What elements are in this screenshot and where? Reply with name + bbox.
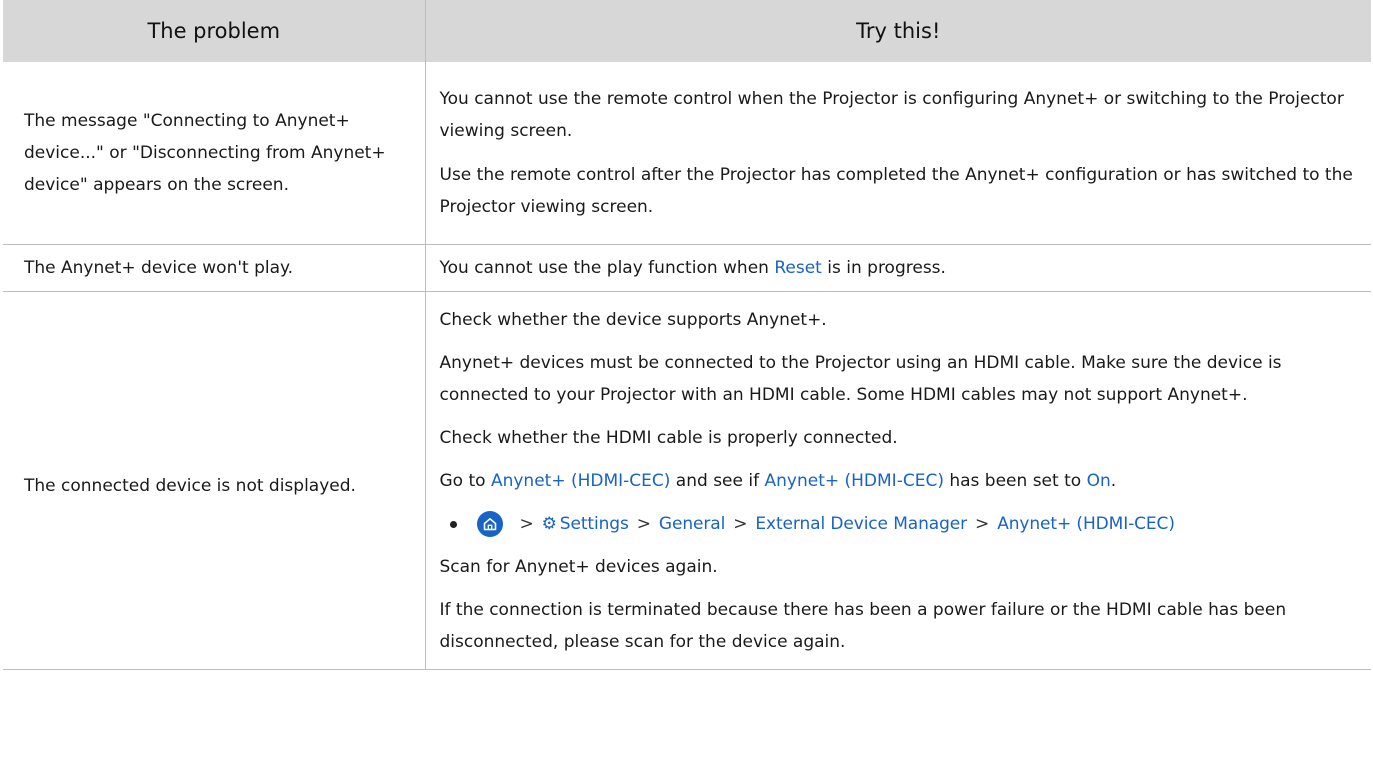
- solution-text: is in progress.: [821, 258, 946, 278]
- table-row: The message "Connecting to Anynet+ devic…: [3, 62, 1371, 245]
- problem-cell: The message "Connecting to Anynet+ devic…: [3, 62, 425, 245]
- path-item-settings[interactable]: Settings: [560, 508, 629, 540]
- table-row: The Anynet+ device won't play. You canno…: [3, 244, 1371, 292]
- solution-paragraph: Scan for Anynet+ devices again.: [439, 557, 718, 577]
- solution-paragraph: Anynet+ devices must be connected to the…: [439, 353, 1282, 405]
- bullet-icon: [449, 520, 457, 528]
- home-icon-glyph: [483, 518, 496, 531]
- gear-icon: ⚙: [541, 514, 557, 534]
- path-item-external-device-manager[interactable]: External Device Manager: [755, 508, 967, 540]
- table-header: The problem Try this!: [3, 0, 1371, 62]
- column-header-problem: The problem: [3, 0, 425, 62]
- table-row: The connected device is not displayed. C…: [3, 291, 1371, 670]
- solution-cell: You cannot use the play function when Re…: [424, 244, 1371, 292]
- path-separator: >: [733, 514, 748, 534]
- solution-paragraph: Check whether the HDMI cable is properly…: [439, 428, 898, 448]
- path-item-general[interactable]: General: [659, 508, 725, 540]
- problem-cell: The connected device is not displayed.: [3, 291, 425, 670]
- column-header-solution: Try this!: [424, 0, 1371, 62]
- solution-text: and see if: [670, 471, 765, 491]
- path-separator: >: [519, 514, 534, 534]
- solution-paragraph: You cannot use the remote control when t…: [439, 89, 1344, 141]
- path-item-anynet-hdmi-cec[interactable]: Anynet+ (HDMI-CEC): [997, 508, 1175, 540]
- anynet-hdmi-cec-link[interactable]: Anynet+ (HDMI-CEC): [765, 471, 944, 491]
- troubleshooting-page: The problem Try this! The message "Conne…: [0, 0, 1373, 769]
- solution-paragraph: If the connection is terminated because …: [439, 600, 1287, 652]
- on-option-link[interactable]: On: [1087, 471, 1111, 491]
- solution-cell: Check whether the device supports Anynet…: [424, 291, 1371, 670]
- solution-paragraph: Go to Anynet+ (HDMI-CEC) and see if Anyn…: [440, 465, 1364, 497]
- solution-text: has been set to: [943, 471, 1087, 491]
- settings-path: > ⚙ Settings > General > External Device…: [440, 508, 1364, 540]
- home-icon[interactable]: [476, 511, 503, 537]
- troubleshooting-table: The problem Try this! The message "Conne…: [3, 0, 1371, 670]
- anynet-hdmi-cec-link[interactable]: Anynet+ (HDMI-CEC): [491, 471, 670, 491]
- solution-text: You cannot use the play function when: [439, 258, 775, 278]
- path-separator: >: [636, 514, 651, 534]
- reset-link[interactable]: Reset: [774, 258, 822, 278]
- solution-text: .: [1110, 471, 1117, 491]
- solution-paragraph: Check whether the device supports Anynet…: [439, 310, 827, 330]
- solution-cell: You cannot use the remote control when t…: [424, 62, 1371, 245]
- problem-cell: The Anynet+ device won't play.: [3, 244, 425, 292]
- solution-paragraph: Use the remote control after the Project…: [439, 165, 1353, 217]
- path-separator: >: [975, 514, 990, 534]
- solution-text: Go to: [439, 471, 491, 491]
